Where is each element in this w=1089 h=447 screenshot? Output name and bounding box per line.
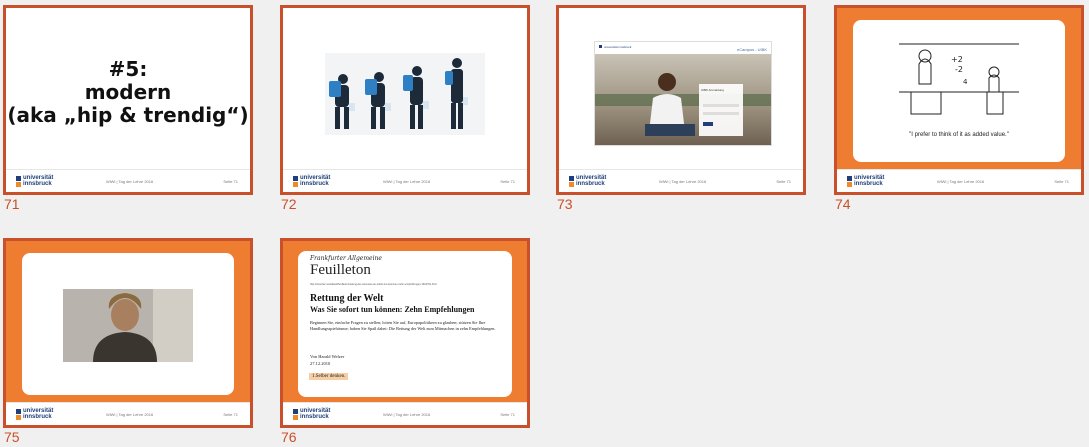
- slide-number: 73: [557, 196, 573, 212]
- slide-frame: universität innsbruck WiWi | Tag der Lehr…: [3, 238, 253, 428]
- footer-text: WiWi | Tag der Lehre 2016: [106, 412, 154, 417]
- footer-text: WiWi | Tag der Lehre 2016: [383, 179, 431, 184]
- slide-card: Frankfurter Allgemeine Feuilleton http:/…: [298, 251, 512, 397]
- cartoon-image: +2 -2 4: [899, 43, 1019, 115]
- ecampus-link: eCampus - UIBK: [736, 47, 767, 52]
- slide-title: #5: modern (aka „hip & trendig“): [6, 58, 250, 127]
- ecampus-logo-text: universität innsbruck: [604, 45, 632, 49]
- page-number: Seite 71: [223, 179, 238, 184]
- slide-number: 72: [281, 196, 297, 212]
- footer-text: WiWi | Tag der Lehre 2016: [937, 179, 985, 184]
- slide-content: #5: modern (aka „hip & trendig“) univers…: [6, 8, 250, 192]
- login-panel-title: UIBK Anmeldung: [701, 88, 724, 92]
- newspaper-masthead: Frankfurter Allgemeine: [310, 255, 382, 262]
- slide-footer: universität innsbruck WiWi | Tag der Lehr…: [559, 169, 803, 192]
- svg-text:-2: -2: [955, 65, 963, 74]
- page-number: Seite 71: [1054, 179, 1069, 184]
- slide-card: [22, 253, 234, 395]
- title-line: #5:: [108, 57, 148, 81]
- slide-thumbnail-71[interactable]: #5: modern (aka „hip & trendig“) univers…: [3, 5, 253, 212]
- slide-thumbnail-72[interactable]: universität innsbruck WiWi | Tag der Lehr…: [280, 5, 530, 212]
- slide-content: universität innsbruck eCampus - UIBK UIB…: [559, 8, 803, 192]
- university-logo: universität innsbruck: [569, 175, 609, 189]
- evolution-of-students-image: [325, 53, 485, 135]
- article-teaser: Beginnen Sie, einfache Fragen zu stellen…: [310, 320, 496, 331]
- portrait-photo: [63, 289, 193, 362]
- student-photo: [595, 54, 771, 145]
- university-logo: universität innsbruck: [16, 408, 56, 422]
- article-date: 27.12.2010: [310, 361, 331, 366]
- slide-frame: universität innsbruck WiWi | Tag der Lehr…: [280, 5, 530, 195]
- newspaper-section: Feuilleton: [310, 262, 371, 278]
- svg-text:+2: +2: [951, 55, 963, 64]
- page-number: Seite 71: [500, 179, 515, 184]
- slide-footer: universität innsbruck WiWi | Tag der Lehr…: [6, 169, 250, 192]
- article-subheadline: Was Sie sofort tun können: Zehn Empfehlu…: [310, 305, 475, 314]
- university-logo: universität innsbruck: [847, 175, 887, 189]
- footer-text: WiWi | Tag der Lehre 2016: [383, 412, 431, 417]
- slide-footer: universität innsbruck WiWi | Tag der Lehr…: [283, 169, 527, 192]
- page-number: Seite 71: [500, 412, 515, 417]
- slide-frame: +2 -2 4 "I prefer to think of it as adde…: [834, 5, 1084, 195]
- university-logo: universität innsbruck: [293, 175, 333, 189]
- slide-number: 74: [835, 196, 851, 212]
- slide-frame: #5: modern (aka „hip & trendig“) univers…: [3, 5, 253, 195]
- article-byline: Von Harald Welzer: [310, 354, 345, 359]
- university-logo: universität innsbruck: [293, 408, 333, 422]
- ecampus-screenshot: universität innsbruck eCampus - UIBK UIB…: [594, 41, 772, 146]
- slide-frame: Frankfurter Allgemeine Feuilleton http:/…: [280, 238, 530, 428]
- title-line: (aka „hip & trendig“): [7, 103, 249, 127]
- article-url: http://www.faz.net/aktuell/feuilleton/re…: [310, 283, 437, 286]
- ecampus-logo: [599, 45, 602, 48]
- footer-text: WiWi | Tag der Lehre 2016: [659, 179, 707, 184]
- slide-frame: universität innsbruck eCampus - UIBK UIB…: [556, 5, 806, 195]
- slide-number: 75: [4, 429, 20, 445]
- slide-number: 71: [4, 196, 20, 212]
- cartoon-caption: "I prefer to think of it as added value.…: [909, 132, 1009, 138]
- slide-thumbnail-76[interactable]: Frankfurter Allgemeine Feuilleton http:/…: [280, 238, 530, 445]
- page-number: Seite 71: [223, 412, 238, 417]
- slide-content: universität innsbruck WiWi | Tag der Lehr…: [283, 8, 527, 192]
- slide-card: +2 -2 4 "I prefer to think of it as adde…: [853, 20, 1065, 162]
- slide-thumbnail-73[interactable]: universität innsbruck eCampus - UIBK UIB…: [556, 5, 806, 212]
- page-number: Seite 71: [776, 179, 791, 184]
- slide-content: +2 -2 4 "I prefer to think of it as adde…: [837, 8, 1081, 192]
- svg-text:4: 4: [963, 78, 968, 86]
- footer-text: WiWi | Tag der Lehre 2016: [106, 179, 154, 184]
- slide-footer: universität innsbruck WiWi | Tag der Lehr…: [837, 169, 1081, 192]
- slide-number: 76: [281, 429, 297, 445]
- highlight-box: 1.Selber denken.: [309, 373, 349, 380]
- article-headline: Rettung der Welt: [310, 293, 384, 304]
- slide-footer: universität innsbruck WiWi | Tag der Lehr…: [283, 402, 527, 425]
- slide-content: universität innsbruck WiWi | Tag der Lehr…: [6, 241, 250, 425]
- slide-footer: universität innsbruck WiWi | Tag der Lehr…: [6, 402, 250, 425]
- slide-thumbnail-74[interactable]: +2 -2 4 "I prefer to think of it as adde…: [834, 5, 1084, 212]
- slide-content: Frankfurter Allgemeine Feuilleton http:/…: [283, 241, 527, 425]
- university-logo: universität innsbruck: [16, 175, 56, 189]
- title-line: modern: [84, 80, 172, 104]
- slide-thumbnail-75[interactable]: universität innsbruck WiWi | Tag der Lehr…: [3, 238, 253, 445]
